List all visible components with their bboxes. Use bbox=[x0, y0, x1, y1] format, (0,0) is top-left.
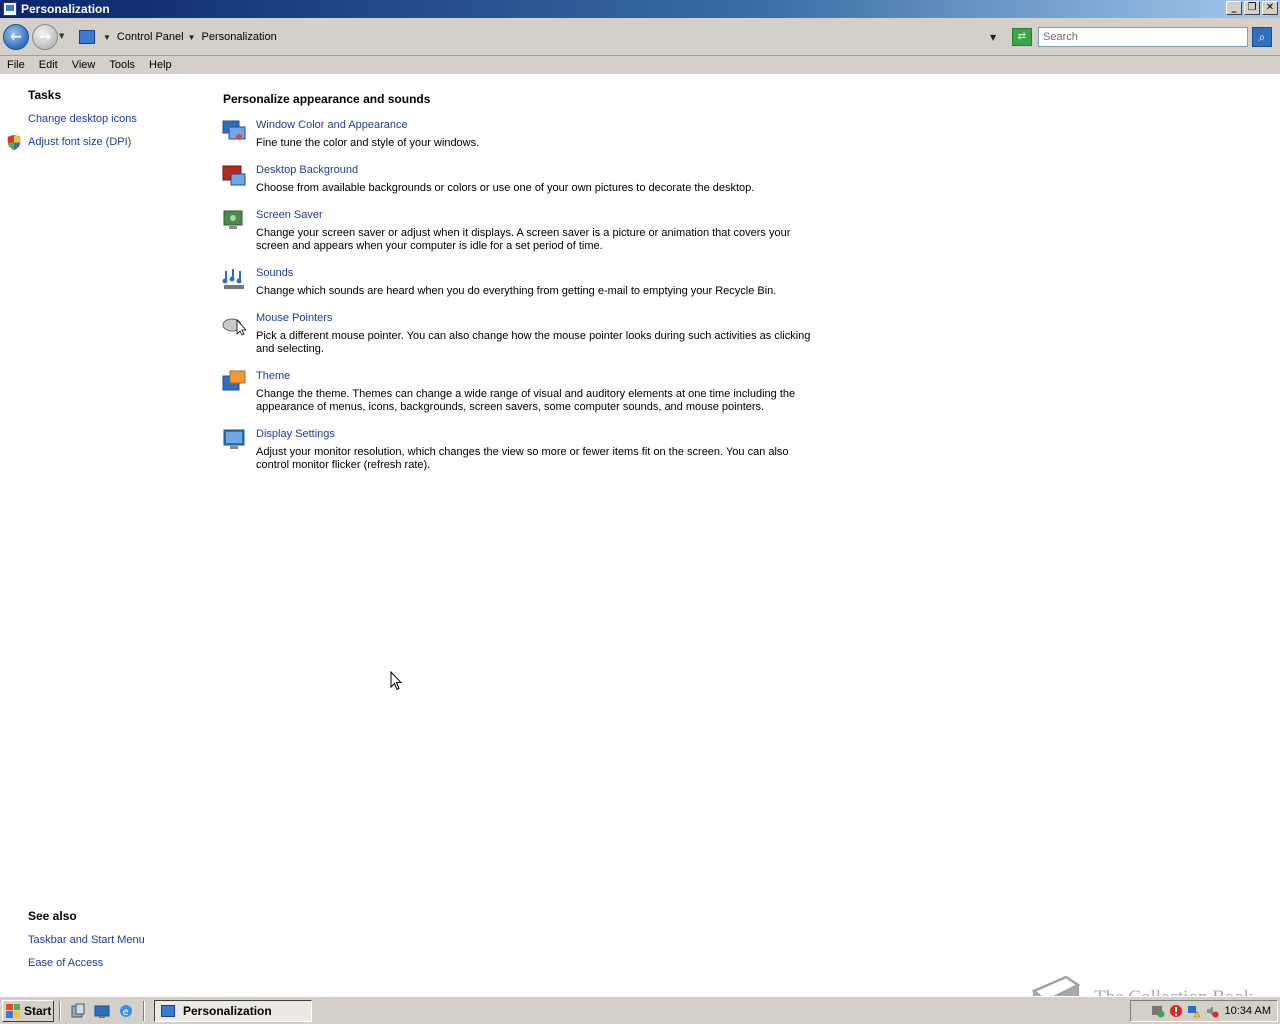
item-title[interactable]: Display Settings bbox=[256, 428, 335, 440]
address-toolbar: ← → ▼ ▼ Control Panel ▼ Personalization … bbox=[0, 18, 1280, 56]
menu-tools[interactable]: Tools bbox=[102, 59, 142, 71]
refresh-icon[interactable]: ⇄ bbox=[1012, 28, 1032, 46]
back-button[interactable]: ← bbox=[3, 24, 29, 50]
network-warning-icon[interactable] bbox=[1187, 1004, 1201, 1018]
volume-muted-icon[interactable] bbox=[1205, 1004, 1219, 1018]
address-history-dropdown-icon[interactable]: ▼ bbox=[990, 33, 996, 42]
tasks-heading: Tasks bbox=[28, 88, 62, 102]
item-description: Change the theme. Themes can change a wi… bbox=[256, 388, 796, 413]
svg-text:e: e bbox=[123, 1007, 129, 1018]
taskbar-start-menu-link[interactable]: Taskbar and Start Menu bbox=[28, 934, 145, 946]
mouse-pointers-icon bbox=[222, 318, 246, 336]
adjust-font-size-link[interactable]: Adjust font size (DPI) bbox=[28, 136, 137, 148]
address-breadcrumb[interactable]: ▼ Control Panel ▼ Personalization bbox=[74, 26, 1008, 48]
taskbar-separator bbox=[143, 1000, 145, 1021]
item-description: Fine tune the color and style of your wi… bbox=[256, 137, 480, 149]
title-bar[interactable]: Personalization _ ❐ ✕ bbox=[0, 0, 1280, 18]
personalization-app-icon bbox=[161, 1004, 175, 1017]
control-panel-icon bbox=[79, 30, 95, 44]
item-description: Choose from available backgrounds or col… bbox=[256, 182, 755, 194]
change-desktop-icons-link[interactable]: Change desktop icons bbox=[28, 113, 137, 125]
start-button[interactable]: Start bbox=[2, 999, 54, 1022]
theme-icon bbox=[222, 370, 246, 391]
item-title[interactable]: Sounds bbox=[256, 267, 293, 279]
item-title[interactable]: Desktop Background bbox=[256, 164, 358, 176]
screen-saver-item[interactable]: Screen Saver Change your screen saver or… bbox=[222, 209, 822, 263]
desktop-background-icon bbox=[222, 165, 246, 186]
item-title[interactable]: Theme bbox=[256, 370, 290, 382]
clock[interactable]: 10:34 AM bbox=[1225, 1005, 1271, 1017]
item-title[interactable]: Window Color and Appearance bbox=[256, 119, 408, 131]
see-also-panel: See also Taskbar and Start Menu Ease of … bbox=[28, 909, 145, 969]
item-description: Adjust your monitor resolution, which ch… bbox=[256, 446, 789, 471]
display-settings-item[interactable]: Display Settings Adjust your monitor res… bbox=[222, 428, 822, 482]
search-icon[interactable]: ⌕ bbox=[1252, 27, 1272, 47]
mouse-cursor-icon bbox=[390, 671, 402, 691]
taskbar: Start e Personalization 10:34 AM bbox=[0, 996, 1280, 1024]
item-description: Change your screen saver or adjust when … bbox=[256, 227, 791, 252]
item-description: Change which sounds are heard when you d… bbox=[256, 285, 777, 297]
window-controls: _ ❐ ✕ bbox=[1226, 1, 1278, 15]
item-description: Pick a different mouse pointer. You can … bbox=[256, 330, 811, 355]
restore-button[interactable]: ❐ bbox=[1244, 1, 1260, 15]
recent-pages-dropdown-icon[interactable]: ▼ bbox=[59, 32, 64, 40]
search-input[interactable]: Search bbox=[1038, 27, 1248, 47]
menu-view[interactable]: View bbox=[65, 59, 103, 71]
chevron-down-icon[interactable]: ▼ bbox=[103, 33, 111, 42]
system-tray: 10:34 AM bbox=[1130, 1000, 1278, 1022]
uac-shield-icon bbox=[7, 135, 21, 150]
ease-of-access-link[interactable]: Ease of Access bbox=[28, 957, 145, 969]
show-desktop-icon[interactable] bbox=[94, 1003, 110, 1019]
close-button[interactable]: ✕ bbox=[1262, 1, 1278, 15]
breadcrumb-personalization[interactable]: Personalization bbox=[202, 31, 277, 43]
security-center-icon[interactable] bbox=[1151, 1004, 1165, 1018]
screen-saver-icon bbox=[223, 210, 243, 229]
start-label: Start bbox=[24, 1003, 52, 1018]
see-also-heading: See also bbox=[28, 909, 77, 923]
menu-edit[interactable]: Edit bbox=[32, 59, 65, 71]
sounds-item[interactable]: Sounds Change which sounds are heard whe… bbox=[222, 267, 822, 307]
item-title[interactable]: Mouse Pointers bbox=[256, 312, 332, 324]
tasks-panel: Tasks Change desktop icons Adjust font s… bbox=[28, 88, 137, 148]
content-pane: Tasks Change desktop icons Adjust font s… bbox=[0, 74, 1280, 996]
item-title[interactable]: Screen Saver bbox=[256, 209, 323, 221]
display-settings-icon bbox=[223, 429, 245, 449]
mouse-pointers-item[interactable]: Mouse Pointers Pick a different mouse po… bbox=[222, 312, 822, 366]
alert-icon[interactable] bbox=[1169, 1004, 1183, 1018]
forward-button[interactable]: → bbox=[32, 24, 58, 50]
window-title: Personalization bbox=[21, 2, 110, 16]
window-color-icon bbox=[222, 120, 246, 140]
theme-item[interactable]: Theme Change the theme. Themes can chang… bbox=[222, 370, 822, 424]
window-color-item[interactable]: Window Color and Appearance Fine tune th… bbox=[222, 119, 822, 159]
page-title: Personalize appearance and sounds bbox=[223, 92, 431, 106]
menu-help[interactable]: Help bbox=[142, 59, 179, 71]
menu-bar: File Edit View Tools Help bbox=[0, 56, 1280, 74]
internet-explorer-icon[interactable]: e bbox=[118, 1003, 134, 1019]
personalization-app-icon bbox=[3, 2, 17, 16]
windows-logo-icon bbox=[6, 1003, 20, 1018]
sounds-icon bbox=[222, 269, 244, 289]
minimize-button[interactable]: _ bbox=[1226, 1, 1242, 15]
taskbar-button-label: Personalization bbox=[183, 1003, 272, 1018]
breadcrumb-control-panel[interactable]: Control Panel bbox=[117, 31, 184, 43]
desktop-background-item[interactable]: Desktop Background Choose from available… bbox=[222, 164, 822, 204]
server-manager-icon[interactable] bbox=[70, 1003, 86, 1019]
menu-file[interactable]: File bbox=[0, 59, 32, 71]
taskbar-button-personalization[interactable]: Personalization bbox=[154, 999, 312, 1022]
taskbar-separator bbox=[59, 1000, 61, 1021]
chevron-down-icon[interactable]: ▼ bbox=[188, 33, 196, 42]
